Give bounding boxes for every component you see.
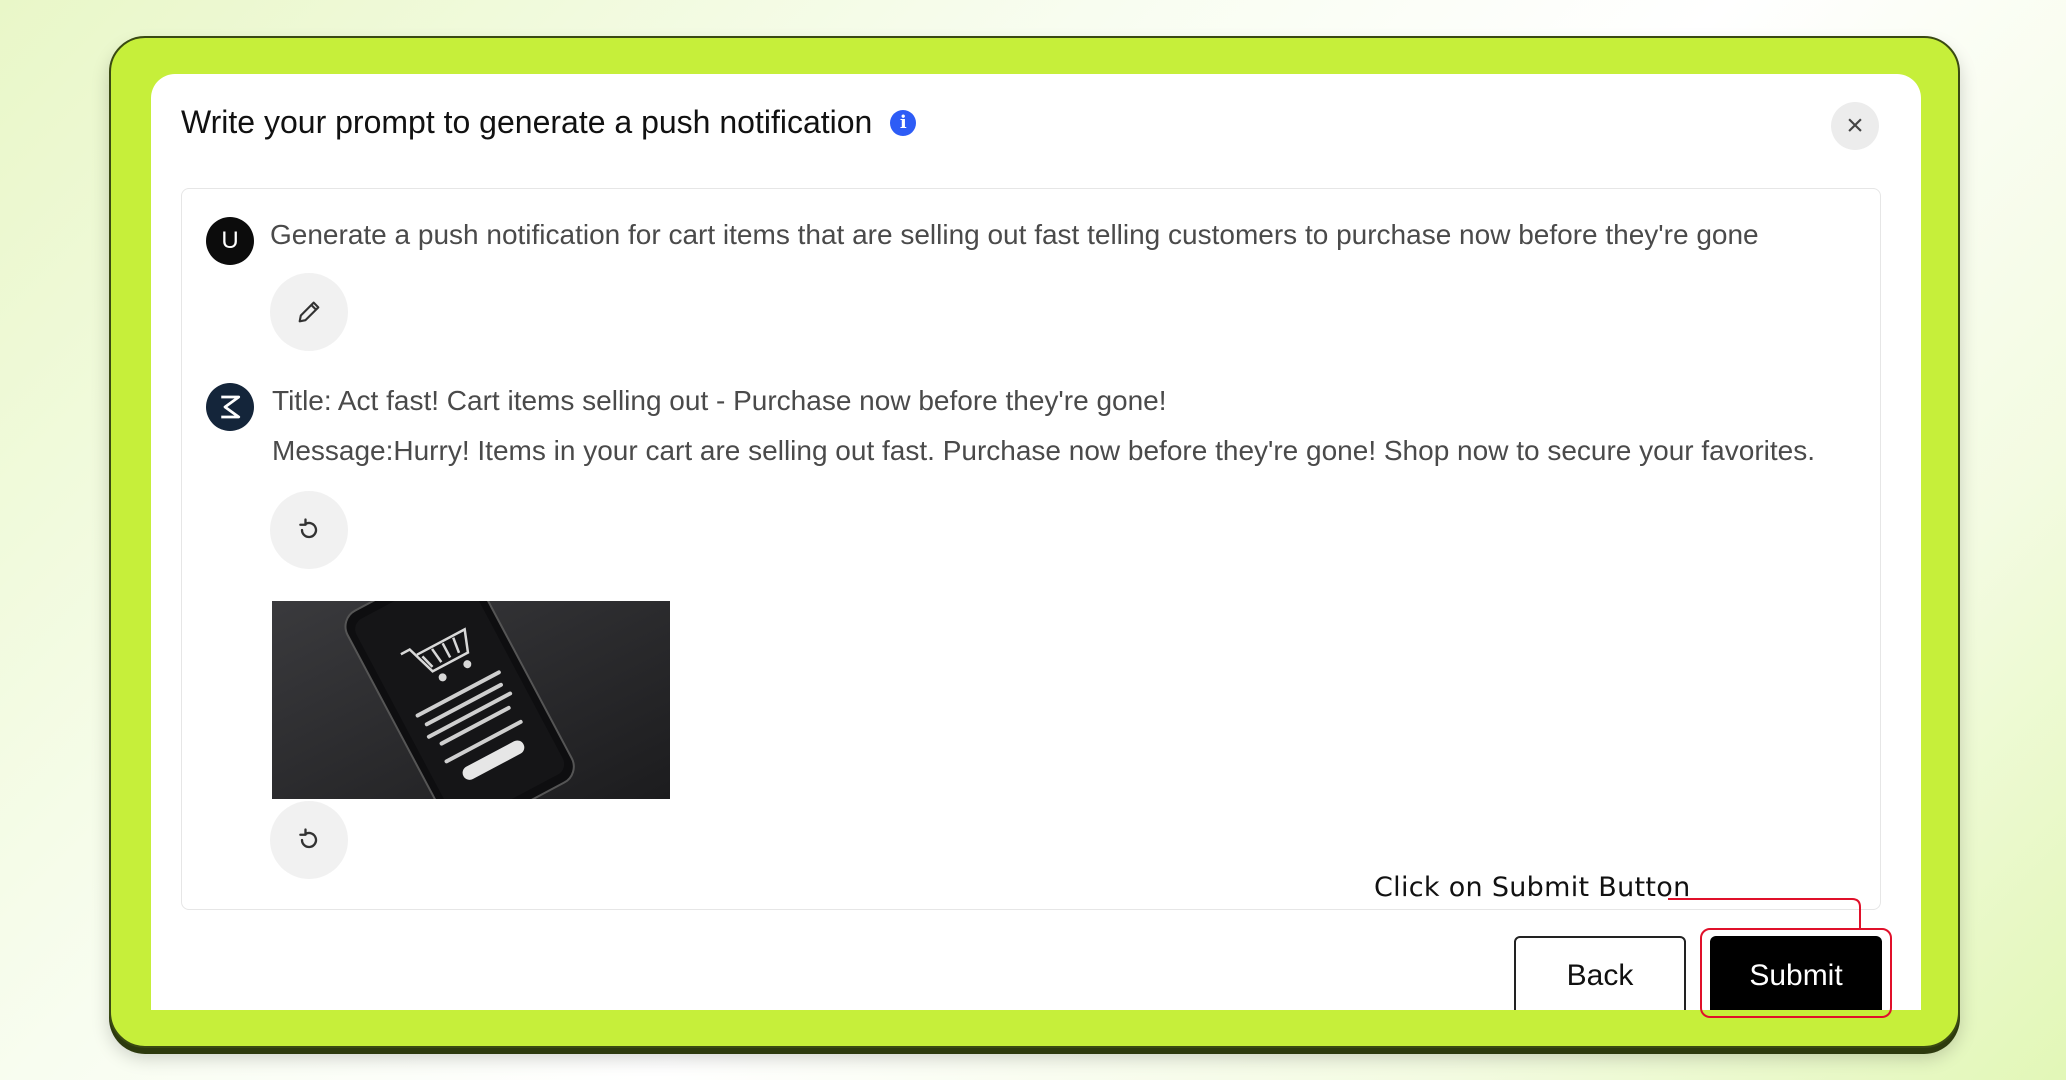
callout-label: Click on Submit Button: [1374, 872, 1691, 903]
callout-connector: [1668, 898, 1861, 928]
submit-highlight: [1700, 928, 1892, 1018]
